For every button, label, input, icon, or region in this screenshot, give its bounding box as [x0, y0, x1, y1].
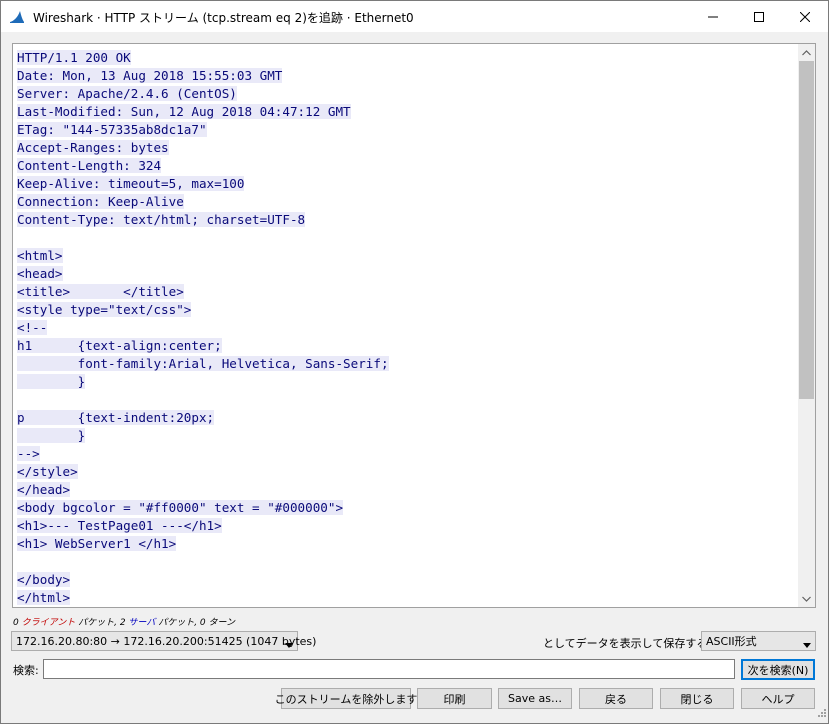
find-next-button[interactable]: 次を検索(N) [741, 659, 815, 680]
stream-line: <!-- [17, 319, 389, 337]
stream-line: HTTP/1.1 200 OK [17, 49, 389, 67]
minimize-button[interactable] [690, 1, 736, 32]
stats-client-label: クライアント [21, 618, 76, 628]
stream-line-text: HTTP/1.1 200 OK [17, 50, 131, 65]
stream-line-text: font-family:Arial, Helvetica, Sans-Serif… [17, 356, 389, 371]
stream-line: Last-Modified: Sun, 12 Aug 2018 04:47:12… [17, 103, 389, 121]
stream-line-text: Content-Length: 324 [17, 158, 162, 173]
stream-line-text: <!-- [17, 320, 48, 335]
find-label: 検索: [13, 664, 39, 677]
stats-server-label: サーバ [128, 618, 156, 628]
stream-line-text: ETag: "144-57335ab8dc1a7" [17, 122, 207, 137]
show-as-select[interactable]: ASCII形式 [701, 631, 816, 651]
back-button[interactable]: 戻る [579, 688, 653, 709]
stream-line-text: <style type="text/css"> [17, 302, 192, 317]
stream-line: } [17, 427, 389, 445]
chevron-down-icon [285, 638, 293, 651]
follow-stream-dialog: Wireshark · HTTP ストリーム (tcp.stream eq 2)… [0, 0, 829, 724]
stream-line: Connection: Keep-Alive [17, 193, 389, 211]
chevron-down-icon [803, 638, 811, 651]
minimize-icon [708, 16, 718, 17]
stream-line: </body> [17, 571, 389, 589]
stream-line: <h1>--- TestPage01 ---</h1> [17, 517, 389, 535]
stats-prefix: 0 [13, 618, 22, 628]
stream-line-text: p {text-indent:20px; [17, 410, 215, 425]
stream-line: </style> [17, 463, 389, 481]
conversation-select[interactable]: 172.16.20.80:80 → 172.16.20.200:51425 (1… [11, 631, 316, 651]
stream-line-text: Last-Modified: Sun, 12 Aug 2018 04:47:12… [17, 104, 351, 119]
show-as-select-value: ASCII形式 [706, 635, 757, 648]
stream-stats: 0 クライアント パケット, 2 サーバ パケット, 0 ターン [13, 615, 235, 628]
stream-line: Content-Type: text/html; charset=UTF-8 [17, 211, 389, 229]
scroll-up-arrow-icon[interactable] [798, 44, 815, 61]
stream-line: Content-Length: 324 [17, 157, 389, 175]
help-button[interactable]: ヘルプ [741, 688, 815, 709]
stream-line-text: } [17, 428, 86, 443]
maximize-button[interactable] [736, 1, 782, 32]
stream-line: h1 {text-align:center; [17, 337, 389, 355]
stream-line-text: </body> [17, 572, 71, 587]
show-as-label: としてデータを表示して保存する [543, 637, 708, 650]
stream-line: <body bgcolor = "#ff0000" text = "#00000… [17, 499, 389, 517]
stream-line: --> [17, 445, 389, 463]
stream-line: <html> [17, 247, 389, 265]
print-button[interactable]: 印刷 [417, 688, 492, 709]
stream-line-text: Content-Type: text/html; charset=UTF-8 [17, 212, 306, 227]
stream-line-text: <head> [17, 266, 63, 281]
stream-content-area[interactable]: HTTP/1.1 200 OK Date: Mon, 13 Aug 2018 15… [12, 43, 816, 608]
stream-line [17, 229, 389, 247]
stream-line-text: Server: Apache/2.4.6 (CentOS) [17, 86, 237, 101]
stream-line-text: Date: Mon, 13 Aug 2018 15:55:03 GMT [17, 68, 283, 83]
stream-line: <title> </title> [17, 283, 389, 301]
stream-line-text: </html> [17, 590, 71, 605]
conversation-select-value: 172.16.20.80:80 → 172.16.20.200:51425 (1… [16, 634, 317, 648]
filter-out-stream-button[interactable]: このストリームを除外します [275, 688, 417, 709]
stream-line-text: --> [17, 446, 40, 461]
stream-line: font-family:Arial, Helvetica, Sans-Serif… [17, 355, 389, 373]
window-title: Wireshark · HTTP ストリーム (tcp.stream eq 2)… [33, 11, 414, 25]
find-input[interactable] [43, 659, 735, 679]
stream-line: Date: Mon, 13 Aug 2018 15:55:03 GMT [17, 67, 389, 85]
close-button[interactable]: 閉じる [660, 688, 734, 709]
stream-line-text: </head> [17, 482, 71, 497]
stream-line [17, 391, 389, 409]
stream-line: Accept-Ranges: bytes [17, 139, 389, 157]
stream-line: Server: Apache/2.4.6 (CentOS) [17, 85, 389, 103]
stream-line-text: h1 {text-align:center; [17, 338, 222, 353]
stream-line: <head> [17, 265, 389, 283]
close-icon [800, 11, 810, 22]
stats-suffix: パケット, 0 ターン [155, 618, 236, 628]
stream-line: </html> [17, 589, 389, 607]
stream-line-text: <html> [17, 248, 63, 263]
scroll-down-arrow-icon[interactable] [798, 590, 815, 607]
vertical-scrollbar[interactable] [798, 44, 815, 607]
maximize-icon [754, 11, 764, 22]
save-as-button[interactable]: Save as… [498, 688, 572, 709]
stream-line [17, 553, 389, 571]
stream-line-text: Accept-Ranges: bytes [17, 140, 169, 155]
wireshark-fin-icon [9, 9, 25, 25]
stream-line: ETag: "144-57335ab8dc1a7" [17, 121, 389, 139]
stream-line: <h1> WebServer1 </h1> [17, 535, 389, 553]
stream-line-text: </style> [17, 464, 78, 479]
stream-line-text: Keep-Alive: timeout=5, max=100 [17, 176, 245, 191]
close-window-button[interactable] [782, 1, 828, 32]
stream-line-text: Connection: Keep-Alive [17, 194, 184, 209]
stream-line: p {text-indent:20px; [17, 409, 389, 427]
stream-line-text: } [17, 374, 86, 389]
stream-line-text: <body bgcolor = "#ff0000" text = "#00000… [17, 500, 344, 515]
stream-line: <style type="text/css"> [17, 301, 389, 319]
resize-grip-icon[interactable] [816, 702, 826, 721]
stream-line: </head> [17, 481, 389, 499]
stream-text[interactable]: HTTP/1.1 200 OK Date: Mon, 13 Aug 2018 15… [17, 49, 389, 607]
stream-line-text: <title> </title> [17, 284, 184, 299]
scroll-thumb[interactable] [799, 61, 814, 399]
stream-line: } [17, 373, 389, 391]
stream-line-text: <h1>--- TestPage01 ---</h1> [17, 518, 222, 533]
stream-line: Keep-Alive: timeout=5, max=100 [17, 175, 389, 193]
title-bar[interactable]: Wireshark · HTTP ストリーム (tcp.stream eq 2)… [1, 1, 828, 32]
stream-line-text: <h1> WebServer1 </h1> [17, 536, 177, 551]
stats-mid: パケット, 2 [75, 618, 129, 628]
